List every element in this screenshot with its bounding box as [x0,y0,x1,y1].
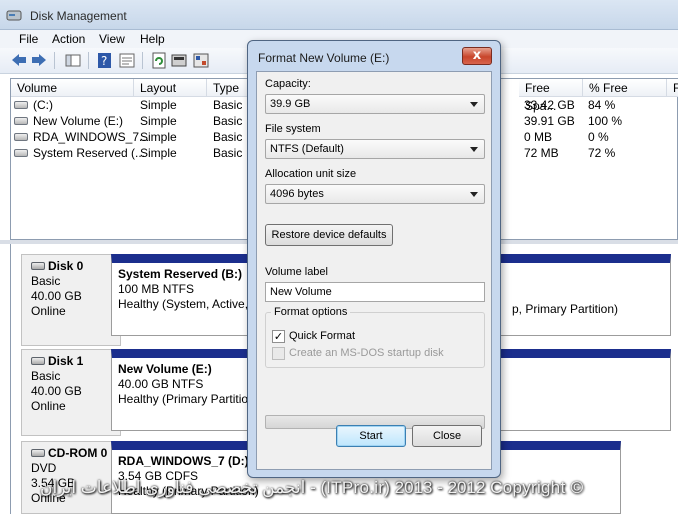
rescan-icon[interactable] [170,52,188,69]
disk-name: Disk 1 [48,354,84,368]
properties-icon[interactable] [118,52,136,69]
menu-file[interactable]: File [19,32,38,46]
column-header-fault-tolerance[interactable]: F [667,79,678,97]
cd-volume-icon [14,133,28,141]
capacity-label: Capacity: [265,78,311,90]
column-header-free-space[interactable]: Free Spa... [519,79,583,113]
menu-help[interactable]: Help [140,32,165,46]
volume-type: Basic [213,146,243,160]
file-system-value: NTFS (Default) [270,143,344,155]
disk-name: Disk 0 [48,259,84,273]
window-title: Disk Management [30,9,127,23]
menu-action[interactable]: Action [52,32,85,46]
volume-name: New Volume (E:) [33,114,124,128]
file-system-select[interactable]: NTFS (Default) [265,139,485,159]
dialog-title: Format New Volume (E:) [258,51,390,65]
disk-kind: Basic [31,274,61,288]
volume-label-label: Volume label [265,266,328,278]
help-icon[interactable]: ? [96,52,114,69]
refresh-icon[interactable] [150,52,168,69]
volume-free: 39.91 GB [524,114,575,128]
toolbar-separator [142,52,143,69]
chevron-down-icon [470,147,478,152]
title-bar: Disk Management [0,0,678,30]
toolbar-separator [88,52,89,69]
file-system-label: File system [265,123,321,135]
disk-status: Online [31,399,66,413]
disk-kind: Basic [31,369,61,383]
chevron-down-icon [470,192,478,197]
quick-format-checkbox[interactable]: ✓ [272,330,285,343]
volume-name: RDA_WINDOWS_7... [33,130,150,144]
dialog-body: Capacity: 39.9 GB File system NTFS (Defa… [256,71,492,470]
disk-info[interactable]: Disk 0 Basic 40.00 GB Online [21,254,121,346]
volume-percent-free: 84 % [588,98,616,112]
volume-free: 72 MB [524,146,559,160]
forward-icon[interactable] [30,52,48,69]
msdos-startup-checkbox[interactable] [272,347,285,360]
volume-type: Basic [213,114,243,128]
volume-free: 0 MB [524,130,553,144]
volume-icon [14,117,28,125]
volume-name: (C:) [33,98,53,112]
volume-percent-free: 0 % [588,130,609,144]
cdrom-icon [31,449,45,457]
volume-layout: Simple [140,98,177,112]
partition-health: p, Primary Partition) [512,302,619,316]
column-header-percent-free[interactable]: % Free [583,79,667,97]
volume-name: System Reserved (... [33,146,146,160]
disk-icon [31,262,45,270]
volume-icon [14,101,28,109]
volume-label-input[interactable]: New Volume [265,282,485,302]
svg-text:?: ? [101,54,107,68]
toolbar-separator [54,52,55,69]
format-dialog: Format New Volume (E:) x Capacity: 39.9 … [247,40,501,478]
settings-icon[interactable] [192,52,210,69]
volume-layout: Simple [140,146,177,160]
column-header-volume[interactable]: Volume [11,79,134,97]
disk-kind: DVD [31,461,57,475]
disk-size: 40.00 GB [31,289,82,303]
disk-info[interactable]: Disk 1 Basic 40.00 GB Online [21,349,121,436]
volume-percent-free: 100 % [588,114,623,128]
volume-free: 33.42 GB [524,98,575,112]
volume-icon [14,149,28,157]
volume-type: Basic [213,130,243,144]
allocation-unit-label: Allocation unit size [265,168,357,180]
volume-layout: Simple [140,114,177,128]
quick-format-label: Quick Format [289,330,356,342]
chevron-down-icon [470,102,478,107]
watermark-text: انجمن تخصصی فناوری اطلاعات ایران - (ITPr… [40,478,584,497]
column-header-layout[interactable]: Layout [134,79,207,97]
disk-icon [31,357,45,365]
disk-management-icon [6,8,22,22]
console-tree-icon[interactable] [64,52,82,69]
msdos-startup-label: Create an MS-DOS startup disk [289,347,444,359]
disk-size: 40.00 GB [31,384,82,398]
volume-type: Basic [213,98,243,112]
disk-name: CD-ROM 0 [48,446,108,460]
menu-view[interactable]: View [99,32,125,46]
start-button[interactable]: Start [336,425,406,447]
allocation-unit-select[interactable]: 4096 bytes [265,184,485,204]
allocation-unit-value: 4096 bytes [270,188,324,200]
volume-percent-free: 72 % [588,146,616,160]
restore-defaults-button[interactable]: Restore device defaults [265,224,393,246]
close-icon[interactable]: x [462,47,492,65]
capacity-value: 39.9 GB [270,98,311,110]
disk-status: Online [31,304,66,318]
volume-layout: Simple [140,130,177,144]
capacity-select[interactable]: 39.9 GB [265,94,485,114]
format-options-label: Format options [271,306,351,318]
close-button[interactable]: Close [412,425,482,447]
back-icon[interactable] [10,52,28,69]
